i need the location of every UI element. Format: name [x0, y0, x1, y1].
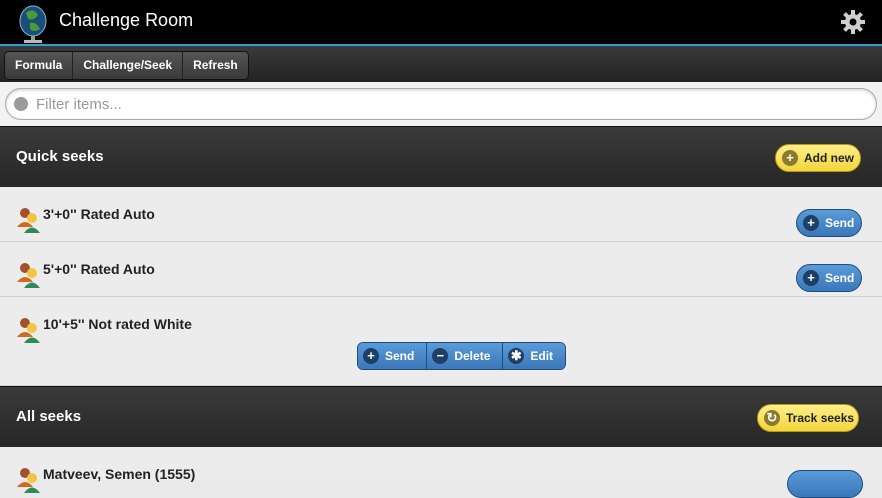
- nav-bar: Formula Challenge/Seek Refresh: [0, 46, 882, 82]
- filter-bar: [0, 82, 882, 127]
- seek-actions-group: + Send − Delete ✱ Edit: [357, 342, 567, 370]
- quick-seeks-title: Quick seeks: [16, 148, 104, 165]
- minus-icon: −: [432, 348, 449, 364]
- tab-formula[interactable]: Formula: [5, 52, 74, 79]
- quick-seeks-header: Quick seeks + Add new: [0, 126, 882, 187]
- plus-icon: +: [803, 215, 819, 231]
- edit-button[interactable]: ✱ Edit: [503, 343, 566, 369]
- edit-label: Edit: [530, 349, 554, 363]
- send-button[interactable]: [787, 470, 863, 498]
- send-button[interactable]: + Send: [796, 264, 862, 292]
- seek-label: 5'+0'' Rated Auto: [43, 261, 155, 277]
- filter-field: [5, 88, 877, 120]
- send-label: Send: [825, 216, 855, 230]
- players-icon: [17, 318, 40, 343]
- plus-icon: +: [803, 270, 819, 286]
- refresh-icon: ↻: [764, 410, 780, 426]
- tab-challenge-seek[interactable]: Challenge/Seek: [73, 52, 184, 79]
- seek-label: 10'+5'' Not rated White: [43, 316, 192, 332]
- delete-button[interactable]: − Delete: [427, 343, 504, 369]
- list-item[interactable]: Matveev, Semen (1555): [0, 447, 882, 498]
- plus-icon: +: [363, 348, 379, 364]
- add-new-label: Add new: [804, 151, 854, 165]
- players-icon: [17, 208, 40, 233]
- search-icon: [14, 97, 28, 111]
- send-label: Send: [825, 271, 855, 285]
- delete-label: Delete: [454, 349, 491, 363]
- title-bar: Challenge Room: [0, 0, 882, 46]
- track-seeks-label: Track seeks: [786, 411, 855, 425]
- track-seeks-button[interactable]: ↻ Track seeks: [757, 404, 859, 432]
- players-icon: [17, 263, 40, 288]
- players-icon: [17, 468, 40, 493]
- send-label: Send: [385, 349, 415, 363]
- filter-input[interactable]: [34, 93, 868, 115]
- gear-icon: ✱: [508, 348, 525, 364]
- list-item[interactable]: 5'+0'' Rated Auto + Send: [0, 242, 882, 297]
- send-button[interactable]: + Send: [796, 209, 862, 237]
- list-item[interactable]: 3'+0'' Rated Auto + Send: [0, 187, 882, 242]
- send-button[interactable]: + Send: [358, 343, 428, 369]
- tab-refresh[interactable]: Refresh: [183, 52, 248, 79]
- nav-tabs: Formula Challenge/Seek Refresh: [4, 51, 249, 80]
- app-logo-icon: [19, 5, 47, 43]
- seek-label: 3'+0'' Rated Auto: [43, 206, 155, 222]
- gear-icon[interactable]: [840, 9, 866, 35]
- plus-icon: +: [782, 150, 798, 166]
- app-title: Challenge Room: [59, 10, 194, 30]
- all-seeks-header: All seeks ↻ Track seeks: [0, 386, 882, 447]
- add-new-button[interactable]: + Add new: [775, 144, 861, 172]
- all-seeks-title: All seeks: [16, 408, 82, 425]
